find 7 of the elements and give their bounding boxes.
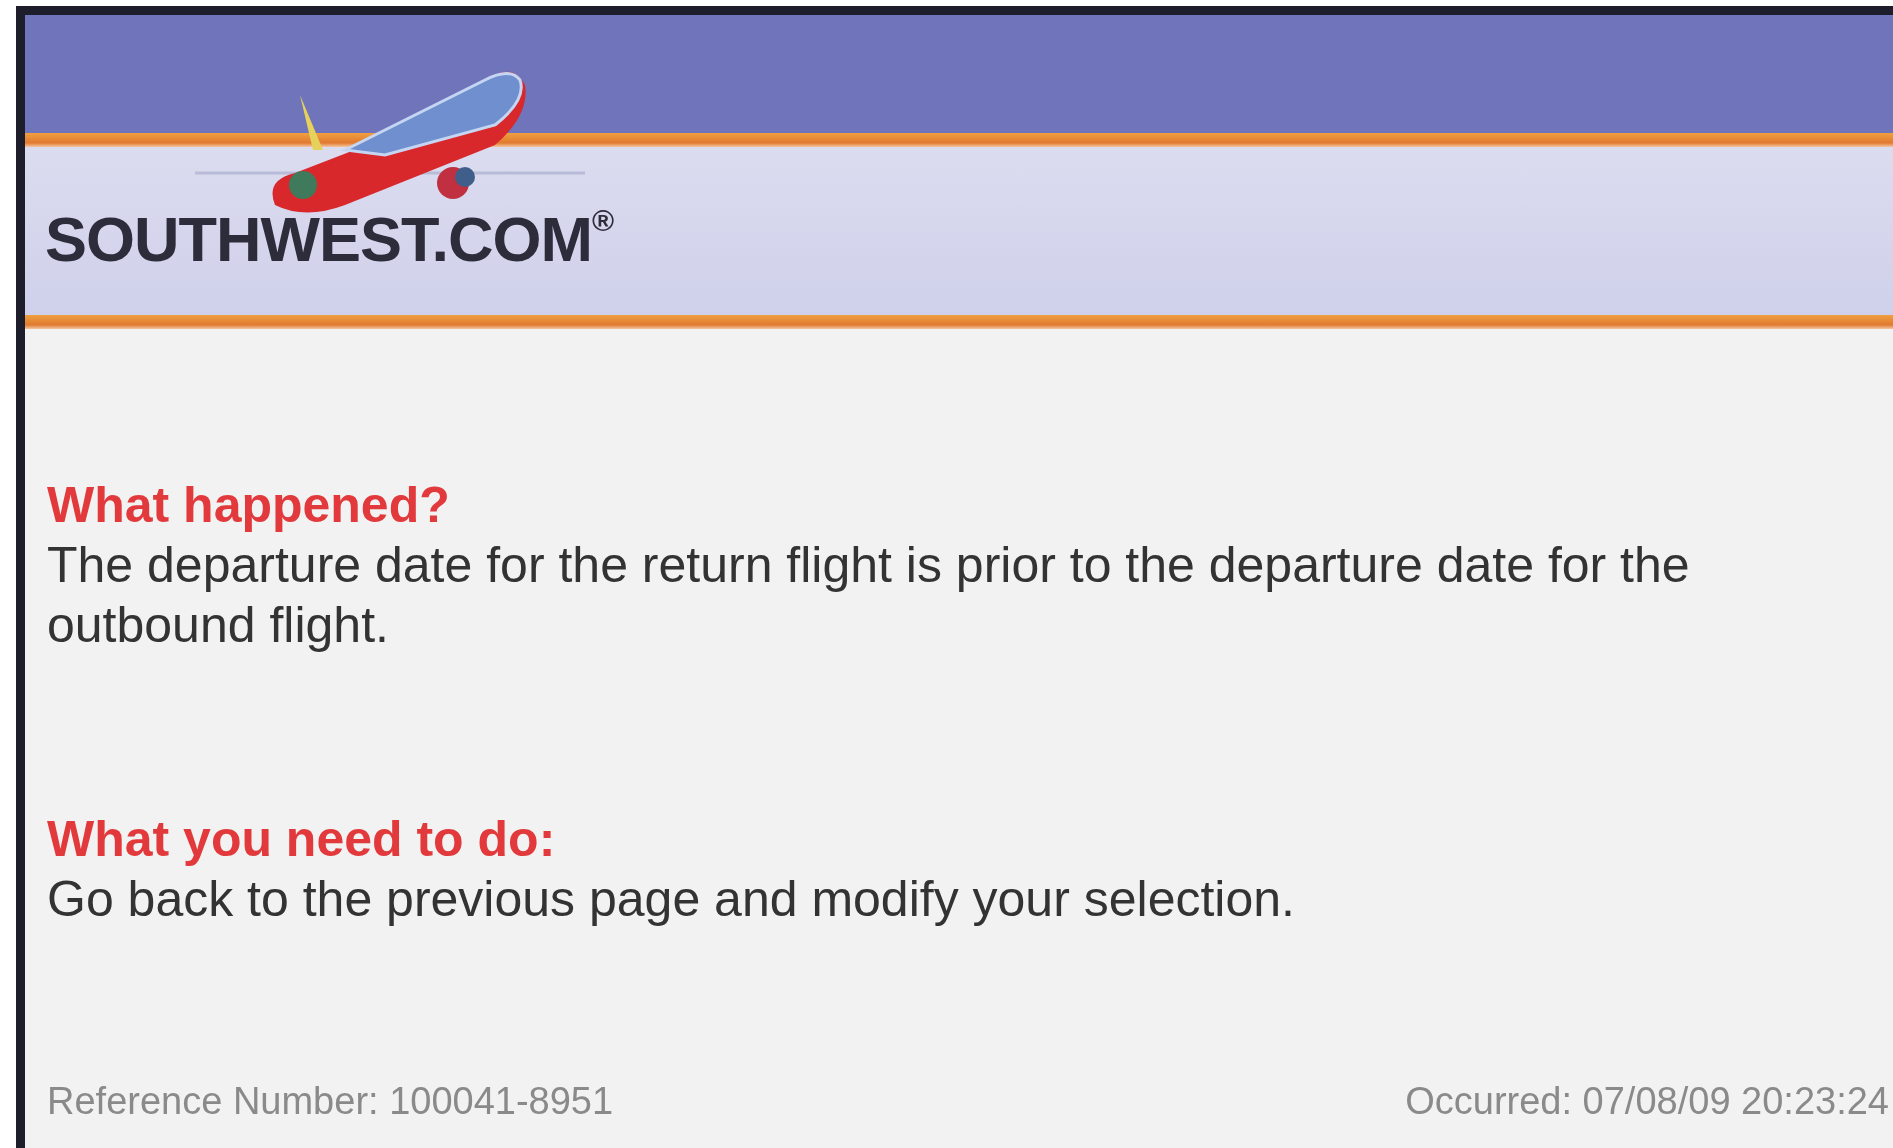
reference-number: Reference Number: 100041-8951 xyxy=(47,1079,614,1124)
section-heading: What happened? xyxy=(47,476,451,535)
section-heading: What you need to do: xyxy=(47,810,557,869)
message-text: The departure date for the return flight is prior to the departure date for the outbound flight. xyxy=(47,536,1691,655)
logo-text: SOUTHWEST.COM$^{®}$ xyxy=(45,208,614,271)
occurred-timestamp: Occurred: 07/08/09 20:23:24 xyxy=(1405,1079,1889,1124)
message-text: Go back to the previous page and modify your selection. xyxy=(47,870,1296,929)
